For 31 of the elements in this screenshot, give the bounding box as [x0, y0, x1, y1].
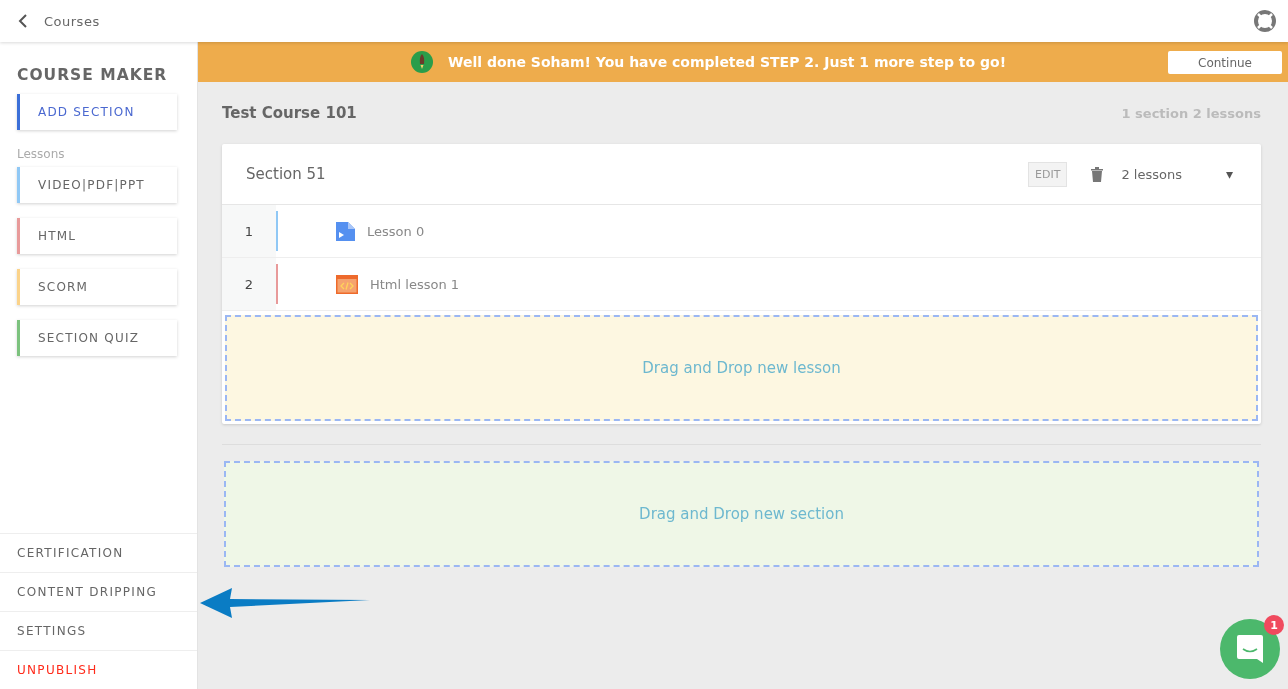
- continue-button[interactable]: Continue: [1168, 51, 1282, 74]
- chat-button[interactable]: [1220, 619, 1280, 679]
- lesson-count: 2 lessons: [1121, 166, 1182, 182]
- back-chevron-icon: [18, 14, 28, 28]
- lesson-type-button[interactable]: HTML: [17, 218, 177, 254]
- html-code-icon: [336, 274, 358, 294]
- lesson-type-button[interactable]: SCORM: [17, 269, 177, 305]
- sidebar-nav-item[interactable]: UNPUBLISH: [0, 650, 197, 689]
- lesson-type-button[interactable]: VIDEO|PDF|PPT: [17, 167, 177, 203]
- chat-bubble-icon: [1237, 635, 1263, 663]
- collapse-caret[interactable]: ▾: [1225, 166, 1233, 182]
- section-title: Section 51: [246, 165, 326, 183]
- lesson-type-button[interactable]: SECTION QUIZ: [17, 320, 177, 356]
- rocket-icon: [410, 50, 434, 74]
- banner-message: Well done Soham! You have completed STEP 2. Just 1 more step to go!: [448, 54, 1006, 70]
- back-button[interactable]: Courses: [18, 13, 100, 29]
- add-section-button[interactable]: ADD SECTION: [17, 94, 177, 130]
- lesson-title[interactable]: Lesson 0: [367, 223, 425, 239]
- lessons-label: Lessons: [17, 147, 66, 161]
- lesson-title[interactable]: Html lesson 1: [370, 276, 460, 292]
- sidebar-nav-item[interactable]: CONTENT DRIPPING: [0, 572, 197, 611]
- trash-icon[interactable]: [1091, 166, 1104, 182]
- video-file-icon: [336, 221, 355, 241]
- help-lifebuoy-icon[interactable]: [1254, 10, 1276, 32]
- lesson-number: 1: [243, 223, 255, 239]
- sidebar-nav-item[interactable]: CERTIFICATION: [0, 533, 197, 572]
- sidebar-title: COURSE MAKER: [17, 66, 169, 84]
- sidebar-nav-item[interactable]: SETTINGS: [0, 611, 197, 650]
- course-title: Test Course 101: [222, 104, 357, 122]
- notification-badge: 1: [1264, 615, 1284, 635]
- lesson-number: 2: [243, 276, 255, 292]
